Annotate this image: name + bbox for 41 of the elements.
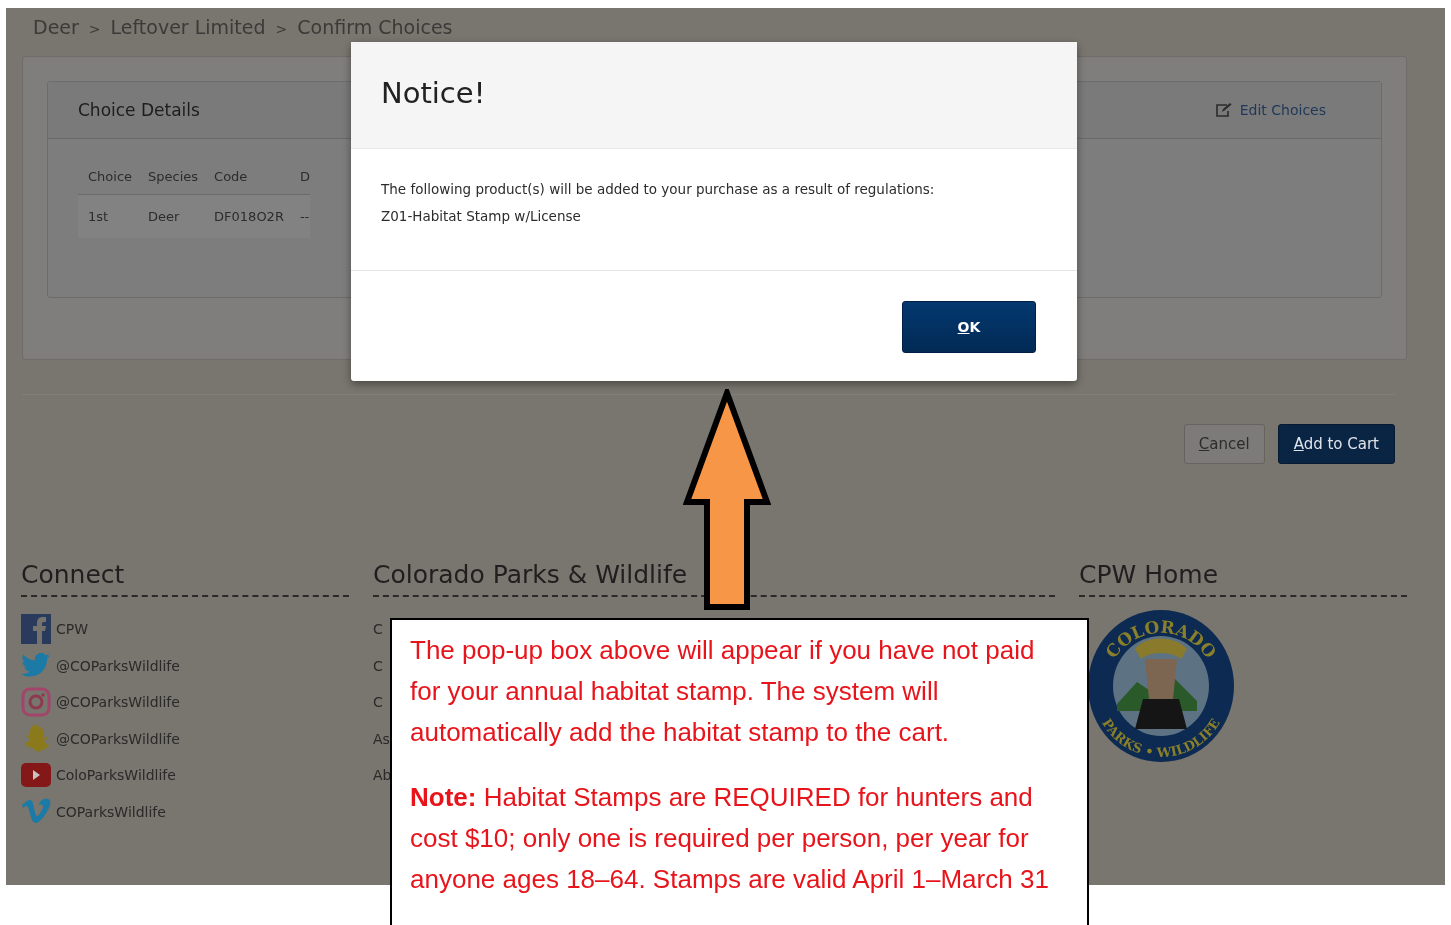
social-link[interactable]: ColoParksWildlife (56, 767, 176, 784)
column-header: Choice (78, 169, 139, 195)
column-header: Species (138, 169, 205, 195)
camera-icon (21, 687, 51, 718)
footer-link[interactable]: Ab (373, 767, 392, 784)
card-title: Choice Details (78, 100, 200, 120)
footer-link[interactable]: C (373, 657, 383, 674)
footer-link[interactable]: C (373, 621, 383, 638)
cancel-button[interactable]: Cancel (1183, 424, 1265, 464)
edit-icon (1215, 103, 1232, 117)
breadcrumb-link[interactable]: Deer (33, 16, 79, 38)
v-logo-icon (21, 797, 51, 826)
column-header: Code (204, 169, 290, 195)
breadcrumb-current: Confirm Choices (297, 16, 453, 38)
breadcrumb-separator: > (275, 21, 288, 37)
social-link[interactable]: @COParksWildlife (56, 730, 180, 747)
breadcrumb-link[interactable]: Leftover Limited (110, 16, 266, 38)
table-cell: DF018O2R (204, 194, 290, 238)
social-link[interactable]: CPW (56, 621, 89, 638)
dialog-message: The following product(s) will be added to your purchase as a result of regulations: (381, 181, 936, 197)
ok-button[interactable]: OK (902, 301, 1036, 353)
add-to-cart-button[interactable]: Add to Cart (1277, 424, 1395, 464)
social-link[interactable]: @COParksWildlife (56, 657, 180, 674)
footer-link[interactable]: C (373, 694, 383, 711)
social-link[interactable]: COParksWildlife (56, 803, 166, 820)
dialog-message: Z01-Habitat Stamp w/License (381, 208, 582, 224)
footer-heading: Connect (21, 560, 349, 597)
social-link[interactable]: @COParksWildlife (56, 694, 180, 711)
breadcrumb-separator: > (88, 21, 101, 37)
footer-heading: CPW Home (1079, 560, 1407, 597)
annotation-text: Note: Habitat Stamps are REQUIRED for hunters and cost $10; only one is required per person, per year for anyone ages 18–64. Stamps are valid April 1–March 31 (410, 781, 1050, 896)
annotation-text: The pop-up box above will appear if you have not paid for your annual habitat stamp. The system will automatically add the habitat stamp to the cart. (410, 634, 1036, 749)
dialog-title: Notice! (381, 76, 486, 110)
edit-choices-link[interactable]: Edit Choices (1215, 102, 1326, 118)
table-cell: Deer (138, 194, 205, 238)
facebook-icon (21, 614, 51, 645)
footer-link[interactable]: As (373, 730, 390, 747)
bird-icon (21, 652, 51, 679)
play-icon (21, 763, 51, 788)
table-cell: 1st (78, 194, 139, 238)
column-header: D (289, 169, 310, 195)
